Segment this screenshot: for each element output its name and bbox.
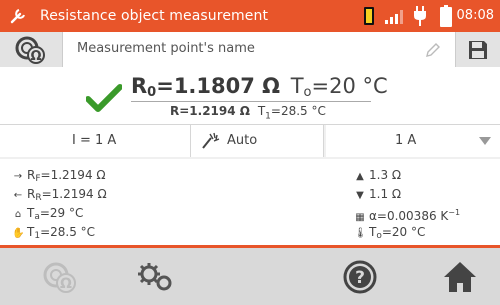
object-nav-button[interactable]: Ω [20, 248, 100, 305]
object-button[interactable]: Ω [0, 32, 63, 67]
arrow-right-icon: → [13, 171, 23, 182]
param-to: 🌡 To=20 °C [354, 225, 426, 241]
param-upper-limit: ▲ 1.3 Ω [354, 168, 401, 184]
home-nav-button[interactable] [420, 248, 500, 305]
result-divider [131, 101, 371, 102]
main-result: R0=1.1807 Ω To=20 °C [131, 74, 388, 100]
t1-reading: T1=28.5 °C [257, 104, 326, 122]
param-t1: ✋ T1=28.5 °C [12, 225, 96, 241]
r-reading: R=1.2194 Ω [170, 104, 250, 118]
svg-text:Ω: Ω [30, 49, 41, 64]
r0-reading: R0=1.1807 Ω [131, 74, 281, 100]
window-title: Resistance object measurement [40, 8, 269, 24]
param-alpha: ▦ α=0.00386 K−1 [355, 208, 461, 223]
check-icon [86, 84, 122, 112]
sim-card-icon [364, 7, 374, 25]
battery-icon [440, 5, 452, 27]
mode-label: Auto [227, 133, 258, 148]
secondary-result: R=1.2194 Ω T1=28.5 °C [170, 104, 326, 121]
house-thermometer-icon: ⌂ [14, 209, 22, 220]
param-rr: ← RR=1.2194 Ω [13, 187, 107, 203]
settings-nav-button[interactable] [115, 248, 195, 305]
settings-icon [138, 262, 172, 290]
chevron-down-icon [479, 137, 491, 145]
save-button[interactable] [455, 32, 500, 67]
param-ta: ⌂ Ta=29 °C [12, 206, 84, 224]
help-nav-button[interactable]: ? [320, 248, 400, 305]
arrow-left-icon: ← [13, 190, 23, 201]
wrench-icon [10, 9, 25, 24]
upper-limit-icon: ▲ [356, 171, 364, 182]
object-icon: Ω [15, 36, 45, 64]
thermometer-icon: 🌡 [354, 228, 367, 239]
svg-text:Ω: Ω [60, 276, 72, 292]
range-dropdown[interactable]: 1 A [326, 125, 500, 157]
home-icon [444, 261, 476, 292]
t0-reading: To=20 °C [290, 74, 388, 100]
pencil-icon [426, 43, 440, 57]
help-icon: ? [343, 260, 377, 293]
material-icon: ▦ [355, 212, 365, 223]
current-label: I = 1 A [72, 133, 117, 148]
param-rf: → RF=1.2194 Ω [13, 168, 106, 184]
title-bar: Resistance object measurement 08:08 [0, 0, 500, 32]
measurement-point-name-field[interactable]: Measurement point's name [63, 32, 453, 67]
param-lower-limit: ▼ 1.1 Ω [354, 187, 401, 203]
mode-selector[interactable]: Auto [191, 125, 324, 157]
range-label: 1 A [395, 133, 417, 148]
current-setting[interactable]: I = 1 A [0, 125, 191, 157]
svg-text:?: ? [355, 268, 365, 288]
lower-limit-icon: ▼ [356, 190, 364, 201]
name-placeholder: Measurement point's name [77, 41, 255, 56]
object-icon: Ω [43, 262, 76, 293]
signal-icon [385, 10, 403, 24]
save-icon [469, 41, 487, 59]
plug-icon [414, 6, 426, 26]
clock: 08:08 [456, 8, 494, 23]
auto-icon [202, 132, 220, 149]
hand-thermometer-icon: ✋ [12, 228, 25, 239]
